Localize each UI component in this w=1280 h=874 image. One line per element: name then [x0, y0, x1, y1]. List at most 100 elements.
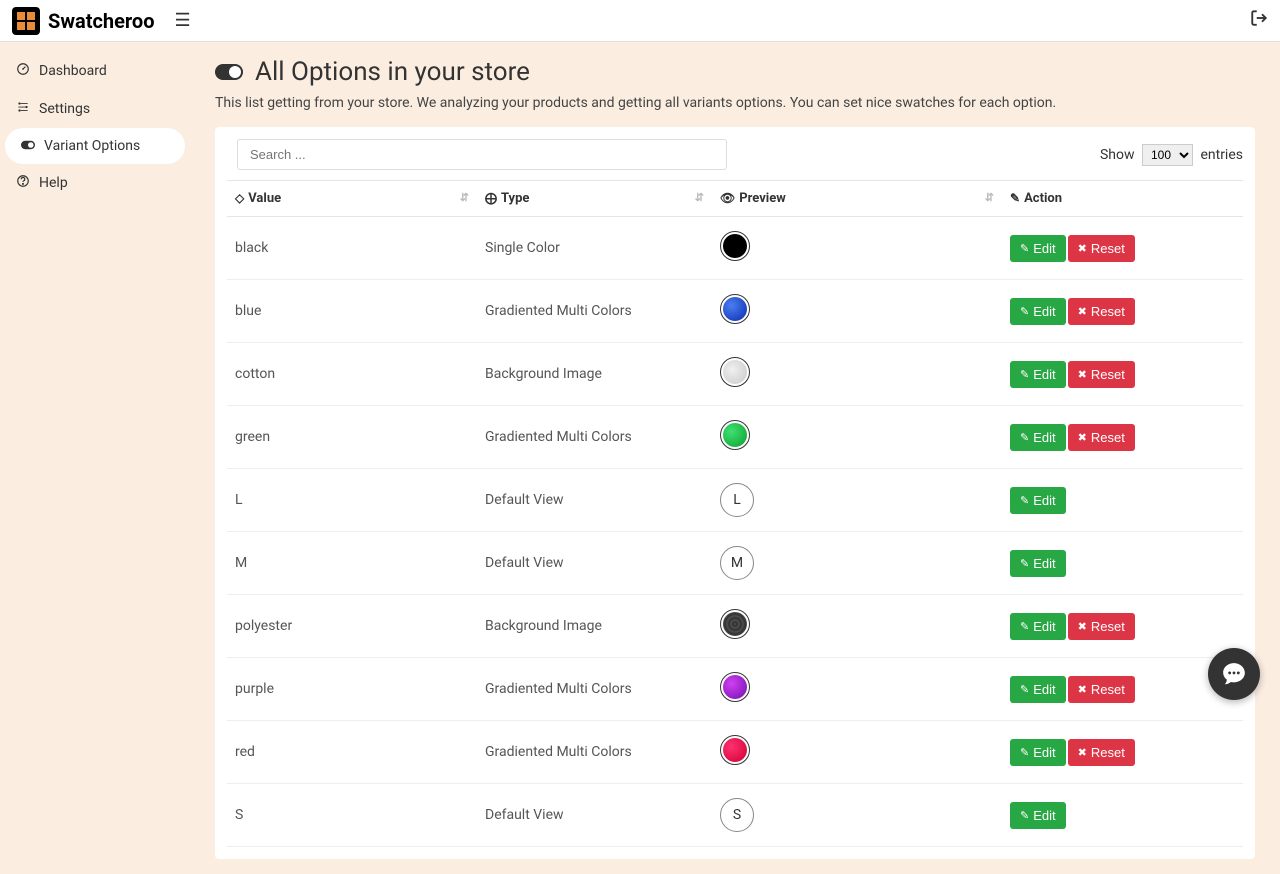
sidebar-item-dashboard[interactable]: Dashboard	[0, 52, 190, 90]
row-value: S	[227, 784, 477, 847]
row-value: polyester	[227, 595, 477, 658]
options-panel: Show 100 entries ◇Value ⇵ ⨁Type	[215, 127, 1255, 859]
diamond-icon: ◇	[235, 191, 244, 205]
row-preview: M	[712, 532, 1002, 595]
row-type: Default View	[477, 532, 712, 595]
brand-text: Swatcheroo	[48, 9, 155, 33]
column-value[interactable]: ◇Value ⇵	[227, 181, 477, 217]
reset-button[interactable]: ✖Reset	[1068, 298, 1135, 325]
row-actions: ✎Edit	[1002, 469, 1243, 532]
row-type: Gradiented Multi Colors	[477, 406, 712, 469]
row-type: Single Color	[477, 217, 712, 280]
swatch	[720, 294, 750, 324]
table-row: blueGradiented Multi Colors✎Edit✖Reset	[227, 280, 1243, 343]
entries-select[interactable]: 100	[1142, 144, 1193, 166]
page-toggle[interactable]	[215, 64, 243, 80]
row-actions: ✎Edit✖Reset	[1002, 595, 1243, 658]
toggle-icon	[20, 138, 36, 154]
edit-button[interactable]: ✎Edit	[1010, 361, 1066, 388]
table-row: SDefault ViewS ✎Edit	[227, 784, 1243, 847]
table-row: blackSingle Color✎Edit✖Reset	[227, 217, 1243, 280]
row-preview	[712, 406, 1002, 469]
edit-button[interactable]: ✎Edit	[1010, 676, 1066, 703]
close-icon: ✖	[1078, 746, 1087, 759]
row-value: blue	[227, 280, 477, 343]
row-type: Background Image	[477, 343, 712, 406]
edit-button[interactable]: ✎Edit	[1010, 550, 1066, 577]
sidebar-item-label: Settings	[39, 101, 90, 117]
edit-button[interactable]: ✎Edit	[1010, 298, 1066, 325]
sidebar-item-label: Dashboard	[39, 63, 107, 79]
reset-button[interactable]: ✖Reset	[1068, 361, 1135, 388]
app-logo	[12, 7, 40, 35]
edit-icon: ✎	[1020, 557, 1029, 570]
edit-icon: ✎	[1010, 191, 1020, 205]
row-actions: ✎Edit	[1002, 784, 1243, 847]
swatch	[720, 420, 750, 450]
reset-button[interactable]: ✖Reset	[1068, 613, 1135, 640]
table-row: LDefault ViewL✎Edit	[227, 469, 1243, 532]
options-table: ◇Value ⇵ ⨁Type ⇵ 👁Preview ⇵ ✎Action	[227, 180, 1243, 847]
swatch	[720, 609, 750, 639]
row-preview	[712, 217, 1002, 280]
crosshair-icon: ⨁	[485, 191, 497, 205]
sidebar-item-help[interactable]: Help	[0, 164, 190, 202]
close-icon: ✖	[1078, 305, 1087, 318]
column-type[interactable]: ⨁Type ⇵	[477, 181, 712, 217]
row-actions: ✎Edit✖Reset	[1002, 658, 1243, 721]
sort-icon: ⇵	[460, 191, 469, 204]
row-actions: ✎Edit✖Reset	[1002, 280, 1243, 343]
dashboard-icon	[15, 62, 31, 80]
reset-button[interactable]: ✖Reset	[1068, 739, 1135, 766]
row-preview	[712, 595, 1002, 658]
close-icon: ✖	[1078, 620, 1087, 633]
row-value: purple	[227, 658, 477, 721]
edit-icon: ✎	[1020, 431, 1029, 444]
edit-button[interactable]: ✎Edit	[1010, 802, 1066, 829]
sidebar: Dashboard Settings Variant Options Help	[0, 42, 190, 874]
sort-icon: ⇵	[985, 191, 994, 204]
entries-label: entries	[1200, 147, 1243, 163]
edit-button[interactable]: ✎Edit	[1010, 487, 1066, 514]
sidebar-item-label: Variant Options	[44, 138, 140, 154]
close-icon: ✖	[1078, 242, 1087, 255]
eye-icon: 👁	[720, 191, 735, 205]
table-row: redGradiented Multi Colors✎Edit✖Reset	[227, 721, 1243, 784]
swatch-text: S	[720, 798, 754, 832]
edit-button[interactable]: ✎Edit	[1010, 424, 1066, 451]
row-actions: ✎Edit✖Reset	[1002, 343, 1243, 406]
swatch	[720, 231, 750, 261]
sidebar-item-settings[interactable]: Settings	[0, 90, 190, 128]
table-row: greenGradiented Multi Colors ✎Edit✖Reset	[227, 406, 1243, 469]
edit-button[interactable]: ✎Edit	[1010, 613, 1066, 640]
help-icon	[15, 174, 31, 192]
row-actions: ✎Edit	[1002, 532, 1243, 595]
row-type: Default View	[477, 469, 712, 532]
reset-button[interactable]: ✖Reset	[1068, 235, 1135, 262]
table-row: polyesterBackground Image✎Edit✖Reset	[227, 595, 1243, 658]
edit-icon: ✎	[1020, 683, 1029, 696]
row-preview	[712, 280, 1002, 343]
swatch	[720, 357, 750, 387]
edit-button[interactable]: ✎Edit	[1010, 739, 1066, 766]
row-value: green	[227, 406, 477, 469]
page-description: This list getting from your store. We an…	[215, 95, 1255, 111]
close-icon: ✖	[1078, 683, 1087, 696]
row-type: Default View	[477, 784, 712, 847]
search-input[interactable]	[237, 139, 727, 170]
column-preview[interactable]: 👁Preview ⇵	[712, 181, 1002, 217]
edit-button[interactable]: ✎Edit	[1010, 235, 1066, 262]
table-row: purpleGradiented Multi Colors✎Edit✖Reset	[227, 658, 1243, 721]
row-actions: ✎Edit✖Reset	[1002, 217, 1243, 280]
swatch-text: L	[720, 483, 754, 517]
table-row: MDefault ViewM✎Edit	[227, 532, 1243, 595]
menu-toggle-icon[interactable]: ☰	[175, 10, 191, 31]
chat-widget[interactable]	[1208, 648, 1260, 700]
edit-icon: ✎	[1020, 746, 1029, 759]
sidebar-item-variant-options[interactable]: Variant Options	[5, 128, 185, 164]
row-actions: ✎Edit✖Reset	[1002, 721, 1243, 784]
signout-icon[interactable]	[1250, 9, 1268, 32]
row-preview	[712, 721, 1002, 784]
reset-button[interactable]: ✖Reset	[1068, 676, 1135, 703]
reset-button[interactable]: ✖Reset	[1068, 424, 1135, 451]
